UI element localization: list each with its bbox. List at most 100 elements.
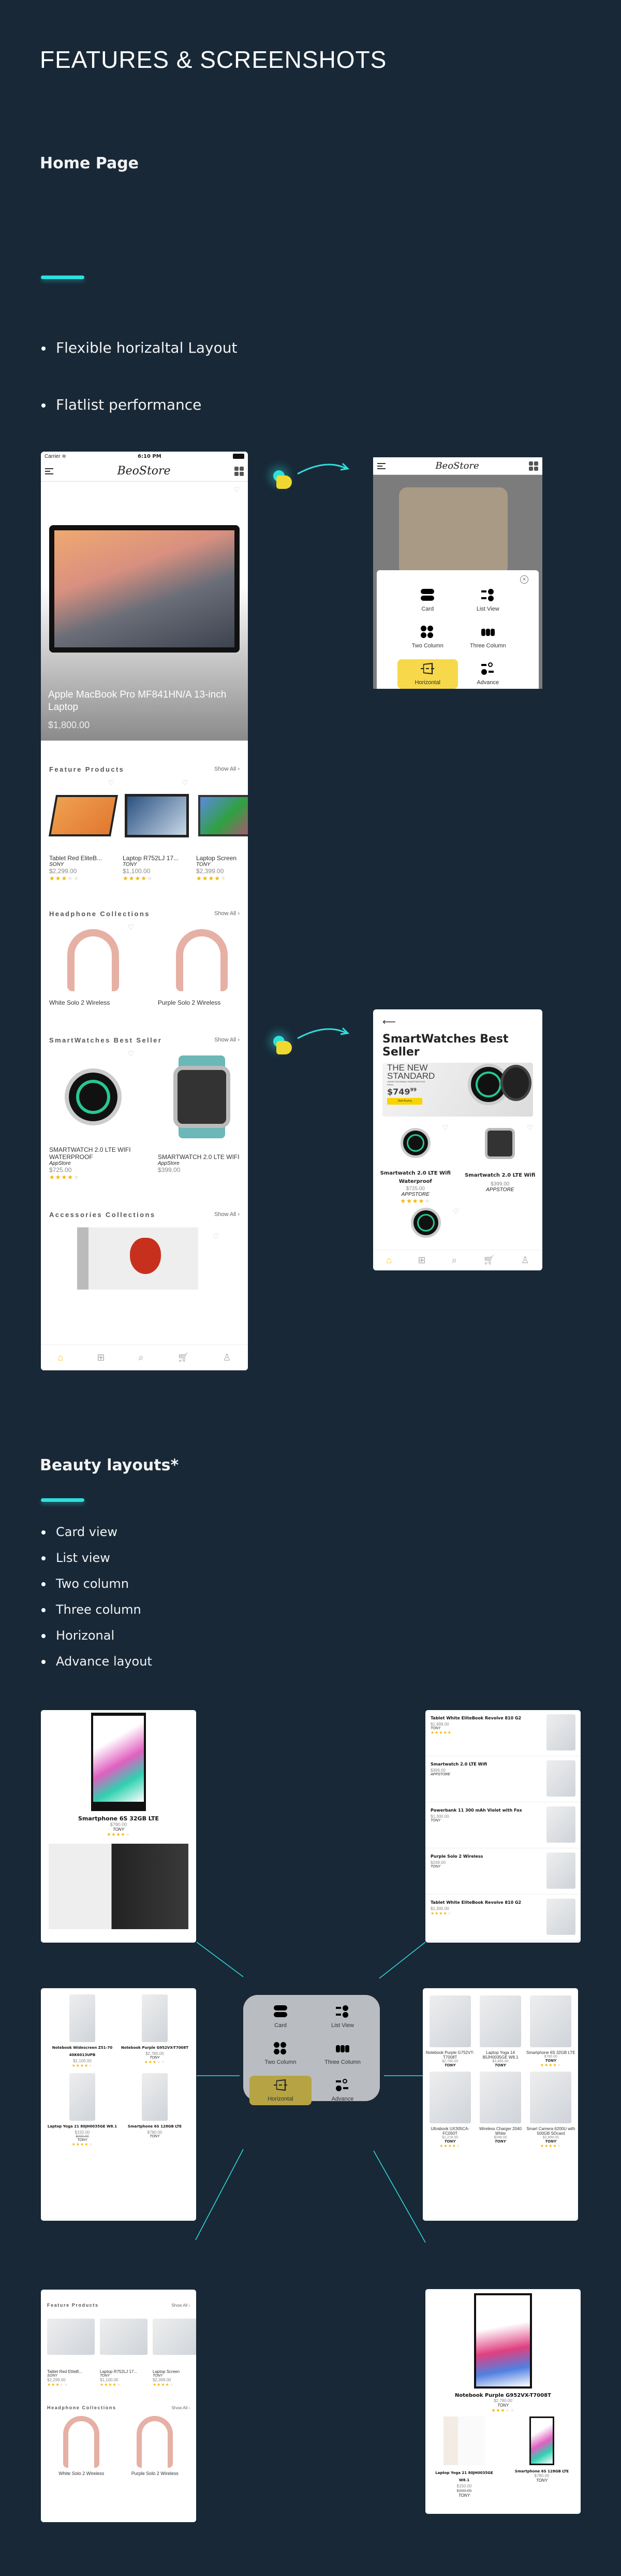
slideshow-banner[interactable]: ♡ Apple MacBook Pro MF841HN/A 13-inch La… xyxy=(41,482,248,741)
product-card[interactable]: Tablet Red EliteB... SONY $2,299.00 ★★★★★ xyxy=(47,2310,95,2387)
show-all-link[interactable]: Show All › xyxy=(214,1037,240,1043)
heart-icon[interactable]: ♡ xyxy=(181,779,189,786)
list-row[interactable]: Smartwatch 2.0 LTE Wifi $399.00 APPSTORE xyxy=(425,1756,581,1802)
tab-categories-icon[interactable]: ⊞ xyxy=(97,1352,105,1363)
layout-option-two-column[interactable]: Two Column xyxy=(249,2039,312,2068)
product-brand: SONY xyxy=(49,862,64,867)
product-card[interactable]: ♡ SMARTWATCH 2.0 LTE WIFI WATERPROOF App… xyxy=(49,1048,137,1181)
product-card[interactable]: ♡ Smartwatch 2.0 LTE Wifi Waterproof $72… xyxy=(379,1124,452,1205)
layout-toggle-icon[interactable] xyxy=(234,466,244,476)
accessory-image xyxy=(77,1227,198,1290)
show-all-link[interactable]: Show All › xyxy=(214,766,240,772)
tab-home-icon[interactable]: ⌂ xyxy=(57,1352,63,1363)
product-card[interactable]: Laptop Yoga 21 80JH0035GE W8.1 $150.00 $20… xyxy=(46,2071,119,2147)
product-card[interactable]: ♡ Smartwatch 2.0 LTE Wifi $399.00 APPSTO… xyxy=(464,1124,536,1205)
heart-icon[interactable]: ♡ xyxy=(107,779,115,786)
list-row[interactable]: Tablet White EliteBook Revolve 810 G2 $1,… xyxy=(425,1894,581,1941)
product-card[interactable]: Smartphone 6S 128GB LTE $780.00 TONY xyxy=(119,2071,191,2147)
product-card[interactable]: Smartphone 6S 128GB LTE $780.00 TONY xyxy=(508,2416,575,2498)
product-card[interactable]: Smartphone 6S 32GB LTE $780.00 TONY ★★★★★ xyxy=(526,1995,576,2067)
phone-image xyxy=(49,1844,188,1929)
layout-picker-modal: × Card List View Two Column Three Column… xyxy=(377,570,539,689)
heart-icon[interactable]: ♡ xyxy=(441,1124,450,1131)
section-header: Headphone Collections Show All › xyxy=(47,2405,190,2410)
back-arrow-icon[interactable]: ⟵ xyxy=(382,1017,533,1027)
rating-stars: ★★★★★ xyxy=(153,2382,174,2387)
product-card[interactable]: Laptop R752LJ 17... TONY $1,100.00 ★★★★★ xyxy=(100,2310,147,2387)
layout-toggle-icon[interactable] xyxy=(529,461,538,471)
layout-option-two-column[interactable]: Two Column xyxy=(397,623,458,652)
tab-search-icon[interactable]: ⌕ xyxy=(138,1352,143,1363)
layout-option-advance[interactable]: Advance xyxy=(312,2076,374,2105)
heart-icon[interactable]: ♡ xyxy=(452,1208,460,1215)
product-card[interactable]: ♡ xyxy=(390,1208,462,1238)
product-card[interactable]: Notebook Widescreen Z51-70 40K6013UPB $1,… xyxy=(46,1992,119,2068)
product-price: $399.00 xyxy=(491,1181,510,1187)
status-bar: Carrier ≋ 6:10 PM xyxy=(41,452,248,461)
product-brand: TONY xyxy=(458,2493,470,2498)
watch-image xyxy=(500,1065,531,1101)
layout-option-horizontal[interactable]: Horizontal xyxy=(249,2076,312,2105)
heart-icon[interactable]: ♡ xyxy=(232,486,241,493)
product-image xyxy=(429,1995,471,2047)
heart-icon[interactable]: ♡ xyxy=(127,1050,135,1057)
layout-option-card[interactable]: Card xyxy=(397,586,458,615)
list-row[interactable]: Powerbank 11 300 mAh Violet with Fox $1,3… xyxy=(425,1802,581,1848)
product-image xyxy=(530,1995,572,2047)
product-price: $3,485.00 xyxy=(492,2060,509,2063)
tab-cart-icon[interactable]: 🛒︎ xyxy=(178,1352,189,1363)
product-card[interactable]: Laptop Screen TONY $2,399.00 ★★★★★ xyxy=(196,777,248,882)
tab-home-icon[interactable]: ⌂ xyxy=(386,1255,392,1266)
product-card[interactable]: Purple Solo 2 Wireless xyxy=(158,921,246,1006)
accessory-card[interactable]: ♡ xyxy=(41,1227,248,1290)
tab-search-icon[interactable]: ⌕ xyxy=(452,1255,457,1266)
tab-cart-icon[interactable]: 🛒︎ xyxy=(483,1255,495,1266)
start-buying-button[interactable]: Start Buying xyxy=(387,1098,422,1105)
product-brand: TONY xyxy=(150,2135,160,2138)
show-all-link[interactable]: Show All › xyxy=(214,910,240,917)
close-icon[interactable]: × xyxy=(520,575,528,584)
product-card[interactable]: SMARTWATCH 2.0 LTE WIFI AppStore $399.00 xyxy=(158,1048,246,1181)
horizontal-icon xyxy=(274,2079,287,2091)
heart-icon[interactable]: ♡ xyxy=(526,1124,534,1131)
connector-line xyxy=(373,2150,426,2243)
product-card[interactable]: Notebook Purple G952VX-T7008T $2,780.00 TO… xyxy=(119,1992,191,2068)
product-card[interactable]: Smart Camera 6200U with 500GB SDcard $2,9… xyxy=(526,2072,576,2148)
product-card[interactable]: Notebook Purple G752VT-T7008T $2,780.00 TO… xyxy=(425,1995,475,2067)
product-card[interactable]: Laptop Yoga 21 80JH0035GE W8.1 $150.00 $… xyxy=(431,2416,498,2498)
product-card[interactable]: Purple Solo 2 Wireless xyxy=(131,2413,179,2476)
product-card[interactable]: ♡ White Solo 2 Wireless xyxy=(49,921,137,1006)
tab-profile-icon[interactable]: ♙ xyxy=(521,1255,529,1266)
product-name: Notebook Widescreen Z51-70 40K6013UPB xyxy=(52,2046,113,2057)
watch-image xyxy=(158,1048,246,1146)
product-card[interactable]: ♡ Tablet Red EliteB... SONY $2,299.00 ★★… xyxy=(48,777,119,882)
layout-option-advance[interactable]: Advance xyxy=(458,659,519,689)
product-card[interactable]: White Solo 2 Wireless xyxy=(58,2413,104,2476)
promo-banner[interactable]: THE NEW STANDARD UNDER FAVORABLE SMARTWA… xyxy=(382,1063,533,1117)
layout-option-three-column[interactable]: Three Column xyxy=(458,623,519,652)
show-all-link[interactable]: Show All › xyxy=(214,1211,240,1218)
product-price: $2,780.00 xyxy=(145,2051,164,2056)
show-all-link[interactable]: Show All › xyxy=(171,2406,190,2410)
product-brand: TONY xyxy=(431,1819,441,1822)
tab-categories-icon[interactable]: ⊞ xyxy=(418,1255,425,1266)
layout-option-list[interactable]: List View xyxy=(312,2002,374,2032)
layout-option-horizontal[interactable]: Horizontal xyxy=(397,659,458,689)
product-card[interactable]: ♡ Laptop R752LJ 17... TONY $1,100.00 ★★★… xyxy=(123,777,191,882)
product-card[interactable]: Wireless Charger 2040 White $248.00 TONY xyxy=(475,2072,525,2148)
heart-icon[interactable]: ♡ xyxy=(127,923,135,931)
layout-option-card[interactable]: Card xyxy=(249,2002,312,2032)
list-row[interactable]: Tablet White EliteBook Revolve 810 G2 $1,… xyxy=(425,1710,581,1756)
heart-icon[interactable]: ♡ xyxy=(212,1233,220,1240)
product-card[interactable]: Laptop Yoga 14 80JH0035GE W8.1 $3,485.00 T… xyxy=(475,1995,525,2067)
show-all-link[interactable]: Show All › xyxy=(171,2303,190,2308)
list-row[interactable]: Purple Solo 2 Wireless $248.00 TONY xyxy=(425,1848,581,1894)
layout-option-list[interactable]: List View xyxy=(458,586,519,615)
product-card[interactable]: Laptop Screen TONY $2,399.00 ★★★★★ xyxy=(153,2310,196,2387)
menu-icon[interactable] xyxy=(377,461,386,471)
tab-profile-icon[interactable]: ♙ xyxy=(223,1352,231,1363)
product-card[interactable]: Ultrabook UX305CA-FC050T $1,218.00 TONY ★★★… xyxy=(425,2072,475,2148)
menu-icon[interactable] xyxy=(45,467,53,476)
section-header: Feature Products Show All › xyxy=(47,2303,190,2308)
layout-option-three-column[interactable]: Three Column xyxy=(312,2039,374,2068)
